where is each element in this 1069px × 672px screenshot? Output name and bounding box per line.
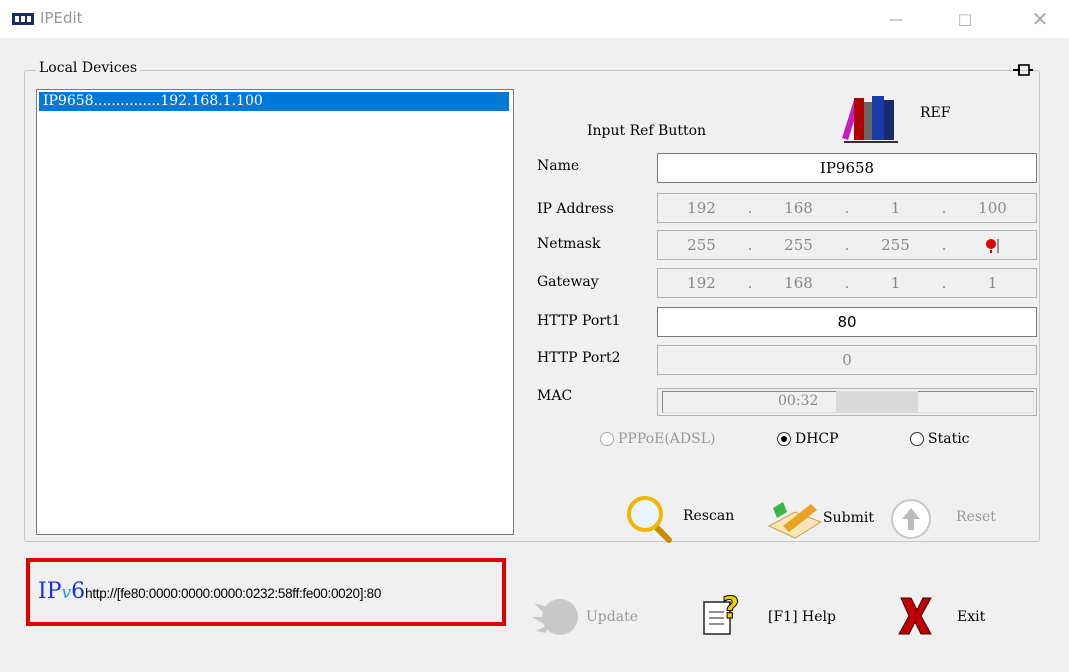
reset-arrow-icon [891,499,931,539]
netmask-label: Netmask [537,236,601,252]
netmask-octet[interactable]: 255 [755,231,842,259]
radio-label: PPPoE(ADSL) [618,431,716,447]
ipv6-logo-v: v [61,583,72,603]
radio-circle[interactable] [910,432,924,446]
help-button[interactable]: ? [F1] Help [700,591,850,642]
submit-button[interactable]: Submit [765,498,890,544]
maximize-button[interactable]: □ [942,0,988,38]
minimize-button[interactable]: — [873,0,919,38]
gateway-octet[interactable]: 168 [755,269,842,297]
http-port2-label: HTTP Port2 [537,350,621,366]
gateway-label: Gateway [537,274,599,290]
ref-caption: Input Ref Button [587,123,707,139]
rescan-button[interactable]: Rescan [625,494,750,544]
ipv6-logo: IP [38,579,62,604]
ip-address-label: IP Address [537,201,614,217]
exit-button[interactable]: Exit [895,594,1005,642]
submit-label: Submit [823,510,874,526]
group-label: Local Devices [36,60,141,76]
mac-redaction [836,391,918,413]
ip-octet[interactable]: 100 [949,194,1036,222]
mac-value: 00:32 [778,393,819,409]
mode-static-radio[interactable]: Static [910,431,970,447]
reset-button[interactable]: Reset [888,496,1008,544]
help-question-icon: ? [703,591,740,635]
reset-label: Reset [956,509,996,525]
mode-pppoe-radio[interactable]: PPPoE(ADSL) [600,431,716,447]
mode-dhcp-radio[interactable]: DHCP [777,431,839,447]
help-label: [F1] Help [768,609,836,625]
exit-label: Exit [957,609,986,625]
device-list[interactable]: IP9658...............192.168.1.100 [36,89,514,535]
http-port1-label: HTTP Port1 [537,313,621,329]
close-button[interactable]: ✕ [1017,0,1063,38]
netmask-field[interactable]: 255. 255. 255. [657,230,1037,260]
mac-label: MAC [537,388,573,404]
gateway-field[interactable]: 192. 168. 1. 1 [657,268,1037,298]
update-label: Update [586,609,638,625]
ip-octet[interactable]: 192 [658,194,745,222]
netmask-octet[interactable]: 255 [658,231,745,259]
gateway-octet[interactable]: 1 [852,269,939,297]
submit-pencil-icon [767,502,823,539]
update-button[interactable]: Update [530,593,660,643]
device-list-item[interactable]: IP9658...............192.168.1.100 [39,92,509,111]
magnifier-icon [627,496,672,543]
radio-circle[interactable] [777,432,791,446]
cursor-error-icon [986,239,999,253]
pin-icon[interactable] [1012,62,1034,78]
gateway-octet[interactable]: 192 [658,269,745,297]
app-logo-icon [12,13,34,25]
ref-label: REF [920,105,951,121]
netmask-octet[interactable]: 255 [852,231,939,259]
ipv6-logo-6: 6 [71,579,86,604]
ip-address-field[interactable]: 192. 168. 1. 100 [657,193,1037,223]
ip-octet[interactable]: 1 [852,194,939,222]
ip-octet[interactable]: 168 [755,194,842,222]
http-port1-field[interactable]: 80 [657,307,1037,337]
radio-label: Static [928,431,970,447]
ipv6-address[interactable]: IP v 6 http://[fe80:0000:0000:0000:0232:… [38,579,503,604]
window-title: IPEdit [40,9,83,27]
update-icon [532,599,578,635]
radio-circle[interactable] [600,432,614,446]
name-field[interactable]: IP9658 [657,153,1037,183]
name-label: Name [537,158,580,174]
exit-x-icon [898,597,932,635]
rescan-label: Rescan [683,508,735,524]
radio-label: DHCP [795,431,839,447]
svg-text:?: ? [722,592,739,626]
ipv6-url[interactable]: http://[fe80:0000:0000:0000:0232:58ff:fe… [85,586,503,601]
http-port2-field[interactable]: 0 [657,345,1037,375]
gateway-octet[interactable]: 1 [949,269,1036,297]
mac-field: 00:32 [657,388,1037,416]
books-icon[interactable] [840,92,904,144]
netmask-octet[interactable] [949,231,1036,259]
